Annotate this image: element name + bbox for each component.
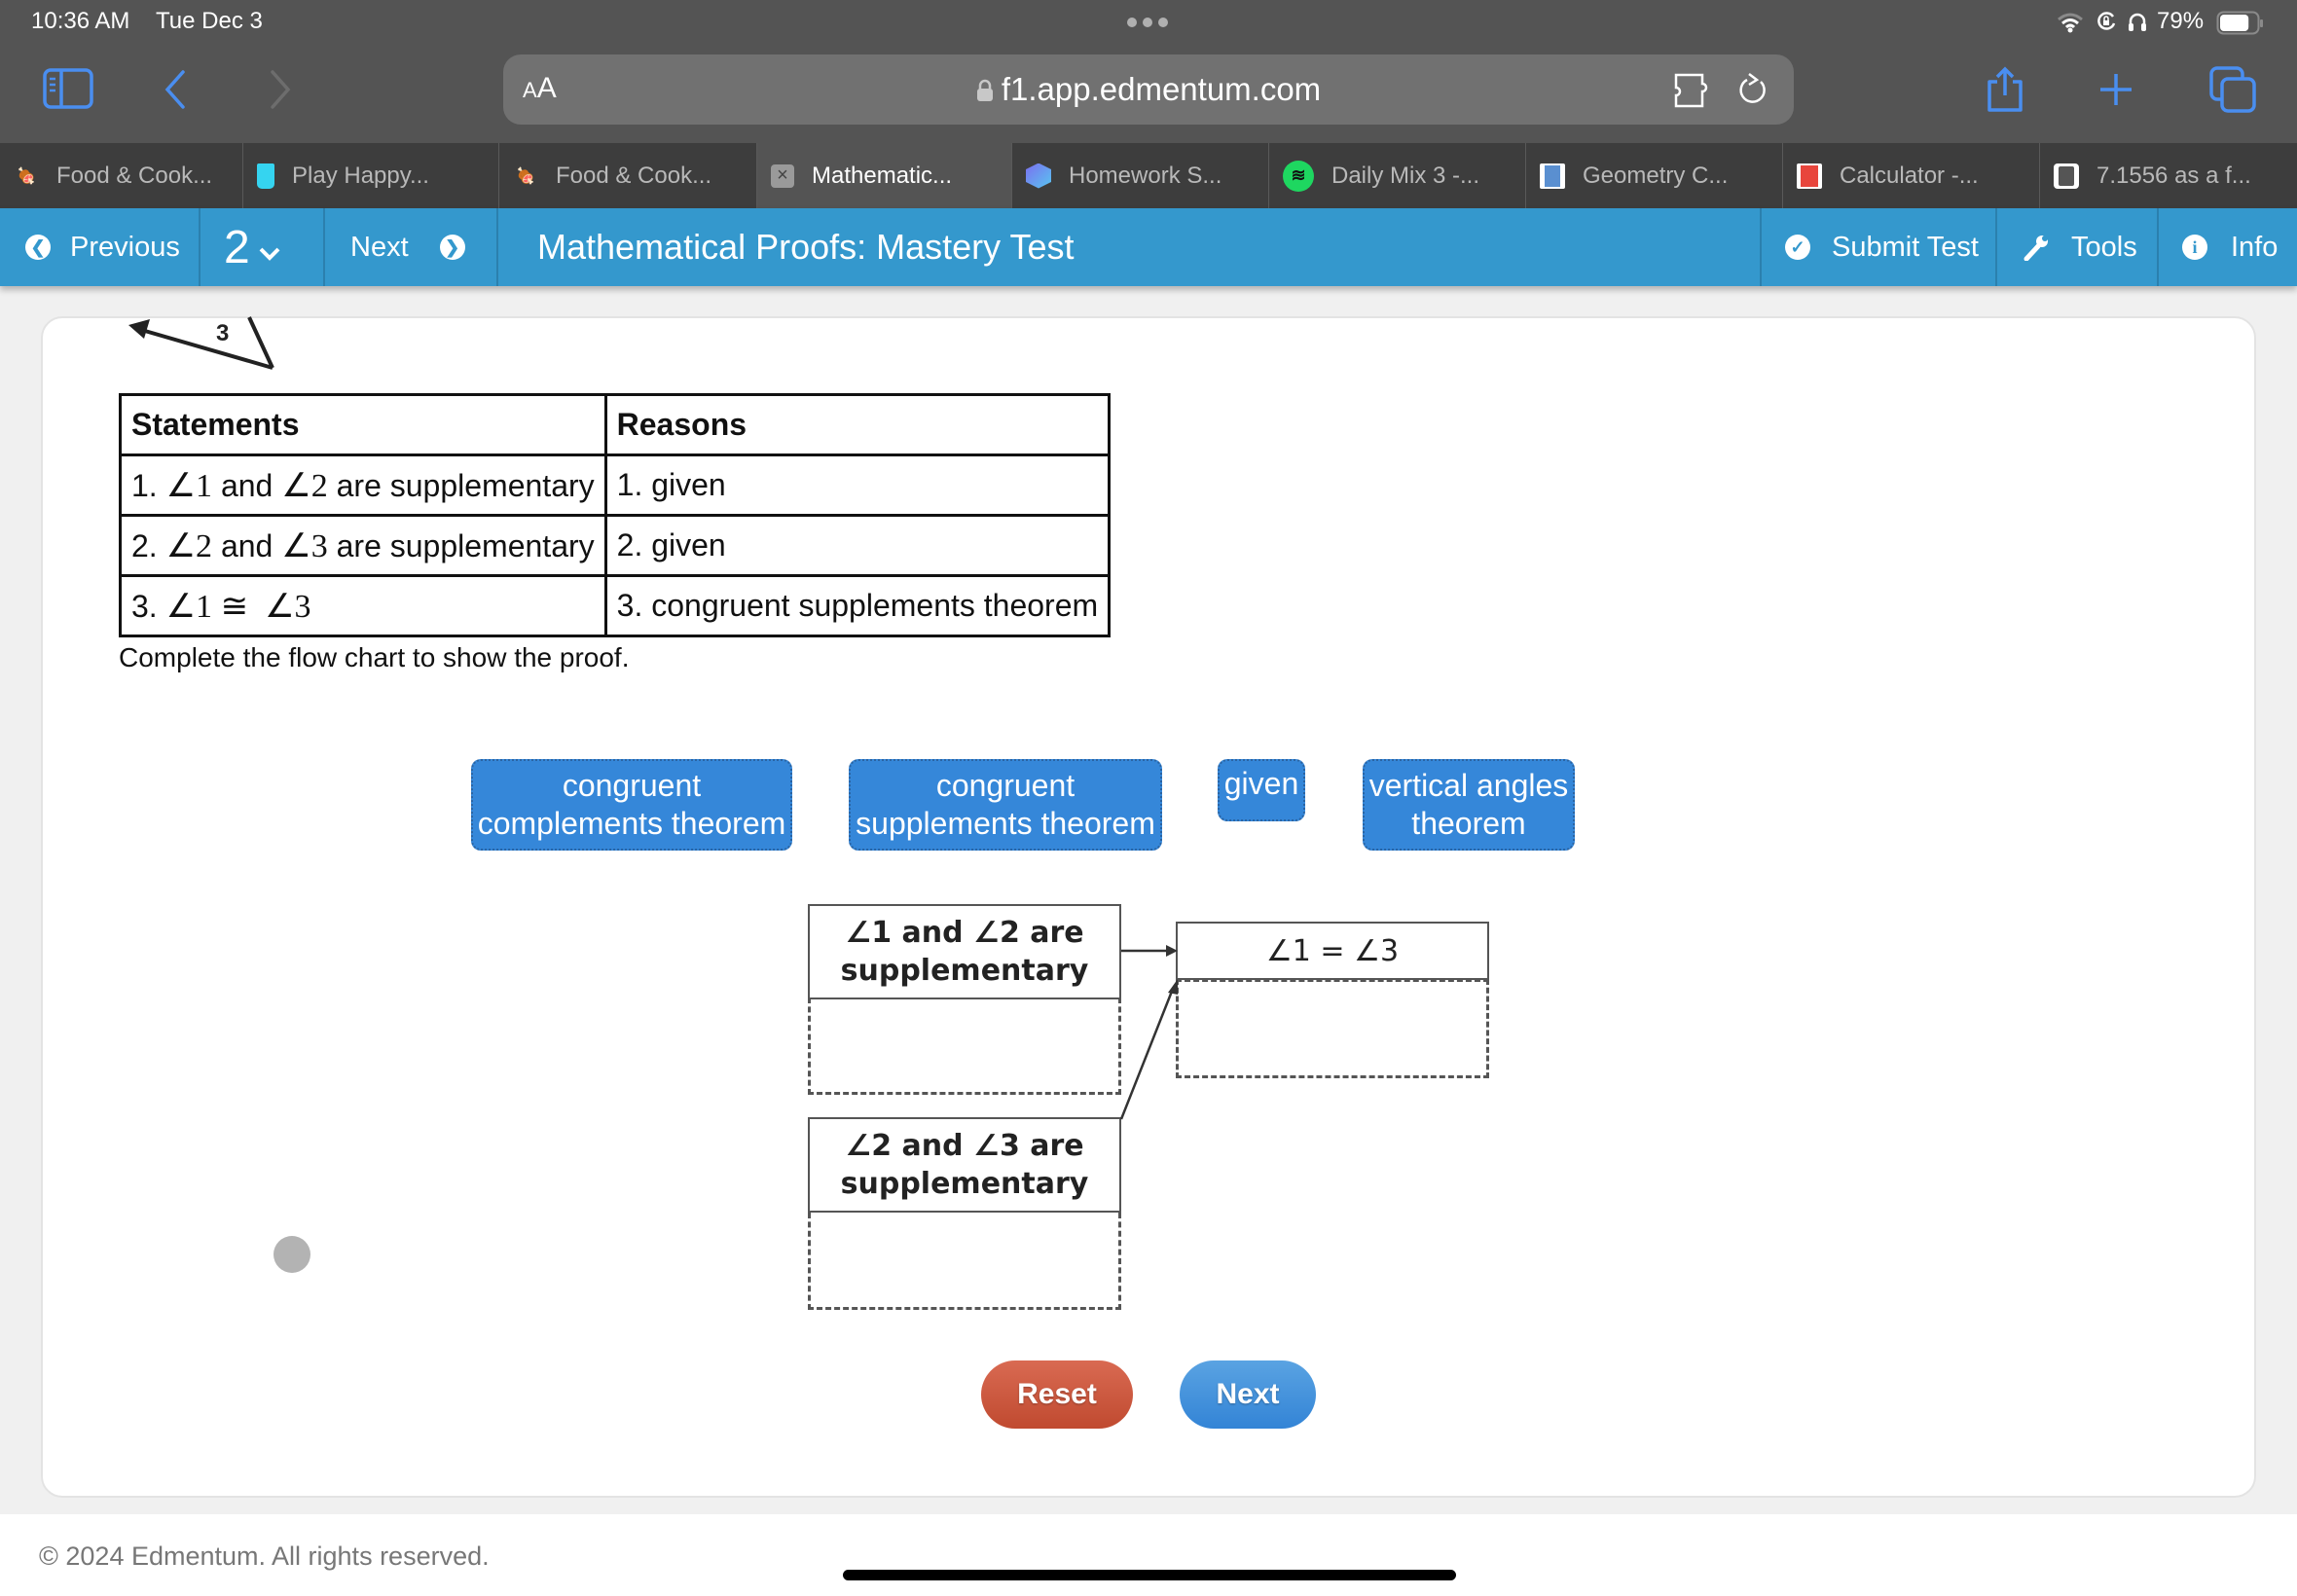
glass-favicon — [257, 163, 274, 189]
table-row: 1. ∠1 and ∠2 are supplementary 1. given — [119, 453, 1112, 517]
header-statements: Statements — [119, 393, 607, 456]
proof-table: Statements Reasons 1. ∠1 and ∠2 are supp… — [119, 393, 1112, 637]
arrow-head-1 — [1166, 945, 1178, 957]
address-bar[interactable]: AAAA f1.app.edmentum.com — [503, 54, 1794, 125]
tab-play-happy[interactable]: Play Happy... — [243, 143, 499, 208]
tab-daily-mix[interactable]: ≋ Daily Mix 3 -... — [1269, 143, 1526, 208]
tabs-overview-icon[interactable] — [2209, 66, 2256, 113]
flow-arrows — [1119, 945, 1178, 1120]
tab-fraction[interactable]: 7.1556 as a f... — [2040, 143, 2297, 208]
test-navbar: ❮ Previous 2 Next ❯ Mathematical Proofs:… — [0, 208, 2297, 286]
tab-geometry-calc[interactable]: Geometry C... — [1526, 143, 1783, 208]
drop-target-reason-2[interactable] — [808, 1213, 1121, 1310]
angle-3-label: 3 — [216, 320, 229, 346]
arrow-left-circle-icon: ❮ — [25, 235, 51, 260]
battery-icon — [2216, 11, 2263, 35]
angle-3-figure: 3 — [128, 316, 274, 370]
calculator-gray-favicon — [2054, 163, 2079, 189]
battery-percent: 79% — [2157, 8, 2205, 34]
page-title: Mathematical Proofs: Mastery Test — [537, 227, 1075, 267]
submit-test-button[interactable]: ✓ Submit Test — [1760, 208, 1995, 286]
close-tab-icon[interactable]: × — [771, 163, 794, 188]
tile-vertical-angles-theorem[interactable]: vertical angles theorem — [1363, 759, 1575, 851]
table-row: 2. ∠2 and ∠3 are supplementary 2. given — [119, 514, 1112, 577]
flow-box-statement-2: ∠2 and ∠3 are supplementary — [808, 1117, 1121, 1213]
extension-icon[interactable] — [1673, 72, 1716, 109]
footer: © 2024 Edmentum. All rights reserved. — [0, 1514, 2297, 1596]
status-date: Tue Dec 3 — [156, 8, 263, 34]
home-indicator[interactable] — [843, 1570, 1456, 1580]
arrow-right-circle-icon: ❯ — [439, 235, 465, 260]
reset-button[interactable]: Reset — [981, 1360, 1133, 1429]
tile-congruent-supplements-theorem[interactable]: congruent supplements theorem — [849, 759, 1162, 851]
header-reasons: Reasons — [603, 393, 1112, 456]
browser-chrome: 10:36 AM Tue Dec 3 79% AAAA — [0, 0, 2297, 144]
calculator-red-favicon — [1797, 163, 1822, 189]
instruction-text: Complete the flow chart to show the proo… — [119, 642, 630, 672]
orientation-lock-icon — [2097, 12, 2116, 30]
back-icon[interactable] — [164, 70, 187, 109]
food-favicon: 🍖 — [516, 167, 535, 185]
previous-button[interactable]: ❮ Previous — [0, 208, 201, 286]
tab-food-cook-2[interactable]: 🍖 Food & Cook... — [499, 143, 757, 208]
arrow-head-2 — [1168, 979, 1178, 995]
next-button[interactable]: Next — [1180, 1360, 1316, 1429]
sidebar-icon[interactable] — [43, 68, 93, 109]
wrench-icon — [2024, 236, 2048, 261]
tile-congruent-complements-theorem[interactable]: congruent complements theorem — [471, 759, 792, 851]
spotify-favicon: ≋ — [1283, 160, 1314, 192]
info-circle-icon: i — [2182, 235, 2207, 260]
flow-box-conclusion: ∠1 = ∠3 — [1176, 922, 1489, 980]
tab-mathematical-proofs[interactable]: × Mathematic... — [757, 143, 1012, 208]
next-question-button[interactable]: Next ❯ — [325, 208, 498, 286]
tab-food-cook-1[interactable]: 🍖 Food & Cook... — [0, 143, 243, 208]
flow-box-statement-1: ∠1 and ∠2 are supplementary — [808, 904, 1121, 999]
check-circle-icon: ✓ — [1785, 235, 1810, 260]
tab-bar: 🍖 Food & Cook... Play Happy... 🍖 Food & … — [0, 143, 2297, 208]
reload-icon[interactable] — [1735, 70, 1770, 109]
table-header-row: Statements Reasons — [119, 393, 1112, 456]
question-number-dropdown[interactable]: 2 — [201, 208, 325, 286]
wifi-icon — [2058, 13, 2083, 33]
drop-target-reason-conclusion[interactable] — [1176, 979, 1489, 1078]
lock-icon — [976, 79, 993, 101]
multitasking-dots-icon[interactable] — [1127, 18, 1168, 27]
status-time: 10:36 AM — [31, 8, 130, 34]
new-tab-icon[interactable] — [2098, 72, 2133, 107]
url-display[interactable]: f1.app.edmentum.com — [503, 71, 1794, 108]
tile-given[interactable]: given — [1218, 759, 1305, 821]
reason-cell: 3. congruent supplements theorem — [603, 574, 1112, 637]
tab-calculator[interactable]: Calculator -... — [1783, 143, 2040, 208]
tools-button[interactable]: Tools — [1995, 208, 2157, 286]
table-row: 3. ∠1 ≅ ∠3 3. congruent supplements theo… — [119, 574, 1112, 637]
info-button[interactable]: i Info — [2157, 208, 2297, 286]
drop-target-reason-1[interactable] — [808, 998, 1121, 1095]
food-favicon: 🍖 — [17, 167, 36, 185]
reason-cell: 1. given — [603, 453, 1112, 517]
statement-cell: 1. ∠1 and ∠2 are supplementary — [119, 453, 607, 517]
headphones-icon — [2129, 13, 2146, 31]
reason-cell: 2. given — [603, 514, 1112, 577]
chevron-down-icon — [259, 247, 280, 261]
arrow-line-2 — [1119, 988, 1175, 1120]
statement-cell: 3. ∠1 ≅ ∠3 — [119, 574, 607, 637]
forward-icon[interactable] — [269, 70, 292, 109]
copyright-text: © 2024 Edmentum. All rights reserved. — [39, 1542, 490, 1571]
share-icon[interactable] — [1986, 66, 2024, 113]
drag-handle-dot[interactable] — [273, 1236, 310, 1273]
tab-homework[interactable]: Homework S... — [1012, 143, 1269, 208]
gem-favicon — [1026, 163, 1051, 189]
statement-cell: 2. ∠2 and ∠3 are supplementary — [119, 514, 607, 577]
calculator-blue-favicon — [1540, 163, 1565, 189]
